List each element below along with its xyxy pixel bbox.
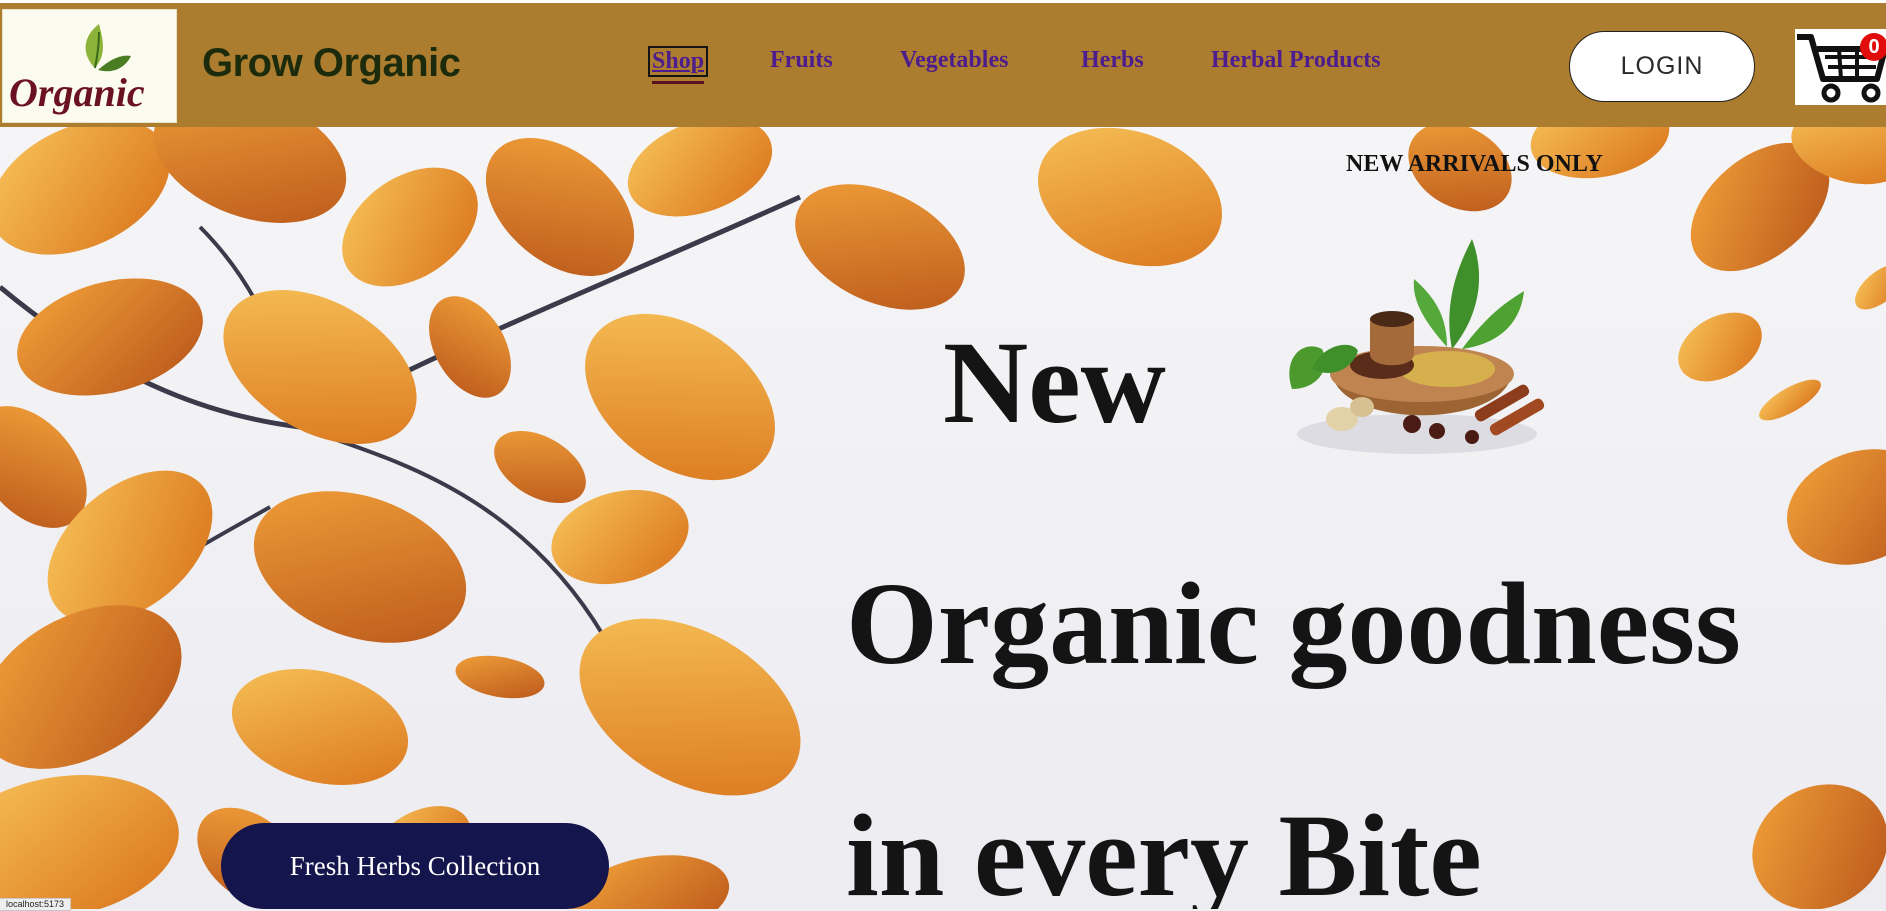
fresh-herbs-collection-button[interactable]: Fresh Herbs Collection	[221, 823, 609, 909]
nav-fruits[interactable]: Fruits	[770, 47, 833, 74]
headline-line-1: New	[943, 317, 1166, 448]
active-nav-indicator	[652, 81, 704, 84]
new-arrivals-tagline: NEW ARRIVALS ONLY	[1346, 151, 1603, 177]
logo[interactable]: Organic	[2, 9, 177, 123]
nav-herbal-products[interactable]: Herbal Products	[1211, 47, 1381, 74]
headline-line-3: in every Bite	[846, 790, 1482, 910]
site-header: Organic Grow Organic Shop Fruits Vegetab…	[0, 0, 1886, 127]
logo-leaf-icon: Organic	[9, 24, 145, 115]
hero-banner: NEW ARRIVALS ONLY New Organic goodness i…	[0, 127, 1886, 909]
logo-text: Organic	[9, 70, 145, 115]
cart-button[interactable]: 0	[1795, 29, 1886, 105]
status-bar-url: localhost:5173	[0, 898, 72, 911]
login-button[interactable]: LOGIN	[1569, 31, 1755, 102]
nav-vegetables[interactable]: Vegetables	[900, 47, 1008, 74]
nav-shop[interactable]: Shop	[648, 46, 709, 77]
spice-bowl-image	[1289, 239, 1545, 454]
brand-name[interactable]: Grow Organic	[202, 41, 461, 86]
nav-herbs[interactable]: Herbs	[1081, 47, 1144, 74]
cart-count-badge: 0	[1860, 33, 1886, 61]
headline-line-2: Organic goodness	[846, 558, 1741, 689]
